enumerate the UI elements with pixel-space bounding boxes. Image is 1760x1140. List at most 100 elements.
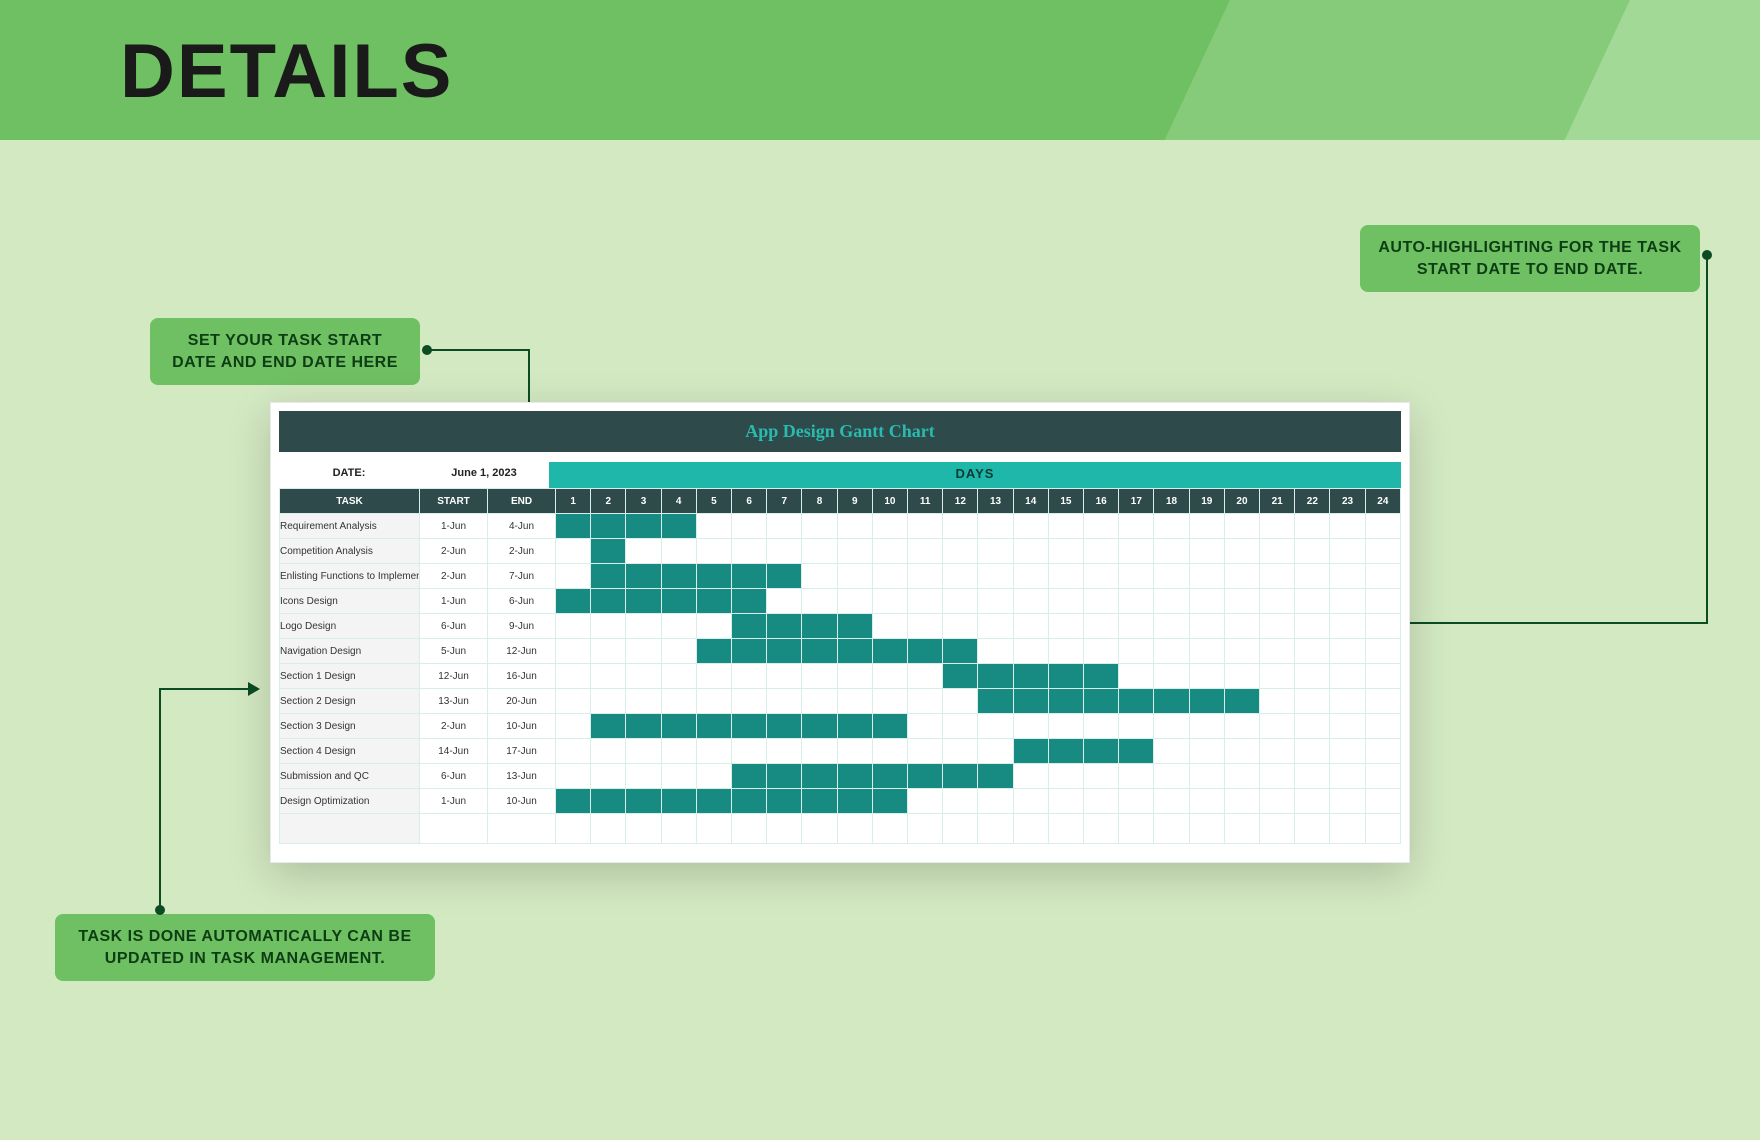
gantt-cell	[1260, 789, 1295, 814]
gantt-cell	[591, 589, 626, 614]
gantt-cell	[696, 764, 731, 789]
task-name-cell[interactable]: Enlisting Functions to Implemen	[280, 564, 420, 589]
gantt-cell	[626, 689, 661, 714]
gantt-cell	[1154, 789, 1189, 814]
gantt-cell	[802, 664, 837, 689]
gantt-cell	[1295, 664, 1330, 689]
task-name-cell[interactable]: Section 4 Design	[280, 739, 420, 764]
gantt-cell	[802, 564, 837, 589]
gantt-cell	[591, 814, 626, 844]
end-date-cell[interactable]: 10-Jun	[488, 714, 556, 739]
gantt-cell	[872, 639, 907, 664]
gantt-cell	[1365, 639, 1400, 664]
start-date-cell[interactable]: 2-Jun	[420, 539, 488, 564]
start-date-cell[interactable]: 6-Jun	[420, 764, 488, 789]
gantt-cell	[1365, 664, 1400, 689]
task-name-cell[interactable]: Section 2 Design	[280, 689, 420, 714]
end-date-cell[interactable]: 4-Jun	[488, 514, 556, 539]
start-date-cell[interactable]: 14-Jun	[420, 739, 488, 764]
gantt-cell	[978, 689, 1013, 714]
start-date-cell[interactable]: 12-Jun	[420, 664, 488, 689]
task-name-cell[interactable]: Submission and QC	[280, 764, 420, 789]
gantt-cell	[1295, 814, 1330, 844]
start-date-cell[interactable]: 6-Jun	[420, 614, 488, 639]
table-row: Design Optimization1-Jun10-Jun	[280, 789, 1401, 814]
start-date-cell[interactable]: 2-Jun	[420, 564, 488, 589]
end-date-cell[interactable]: 13-Jun	[488, 764, 556, 789]
gantt-cell	[1119, 614, 1154, 639]
task-name-cell[interactable]: Navigation Design	[280, 639, 420, 664]
gantt-cell	[1260, 514, 1295, 539]
col-header-day: 2	[591, 489, 626, 514]
gantt-cell	[1224, 739, 1259, 764]
start-date-cell[interactable]	[420, 814, 488, 844]
task-name-cell[interactable]: Competition Analysis	[280, 539, 420, 564]
gantt-cell	[591, 614, 626, 639]
end-date-cell[interactable]: 7-Jun	[488, 564, 556, 589]
task-name-cell[interactable]: Requirement Analysis	[280, 514, 420, 539]
callout-set-dates: SET YOUR TASK START DATE AND END DATE HE…	[150, 318, 420, 385]
chart-title: App Design Gantt Chart	[279, 411, 1401, 452]
gantt-cell	[802, 714, 837, 739]
task-name-cell[interactable]	[280, 814, 420, 844]
gantt-cell	[732, 614, 767, 639]
gantt-cell	[1260, 814, 1295, 844]
gantt-cell	[1295, 514, 1330, 539]
col-header-task: TASK	[280, 489, 420, 514]
gantt-cell	[591, 689, 626, 714]
start-date-cell[interactable]: 2-Jun	[420, 714, 488, 739]
col-header-day: 24	[1365, 489, 1400, 514]
start-date-cell[interactable]: 5-Jun	[420, 639, 488, 664]
gantt-cell	[802, 614, 837, 639]
task-name-cell[interactable]: Logo Design	[280, 614, 420, 639]
gantt-cell	[1154, 514, 1189, 539]
task-name-cell[interactable]: Icons Design	[280, 589, 420, 614]
end-date-cell[interactable]: 2-Jun	[488, 539, 556, 564]
end-date-cell[interactable]	[488, 814, 556, 844]
gantt-cell	[1048, 739, 1083, 764]
gantt-cell	[696, 514, 731, 539]
task-name-cell[interactable]: Section 1 Design	[280, 664, 420, 689]
gantt-cell	[696, 564, 731, 589]
gantt-cell	[1260, 639, 1295, 664]
gantt-cell	[767, 689, 802, 714]
gantt-cell	[1330, 739, 1365, 764]
end-date-cell[interactable]: 20-Jun	[488, 689, 556, 714]
gantt-cell	[1084, 714, 1119, 739]
gantt-cell	[591, 789, 626, 814]
task-name-cell[interactable]: Section 3 Design	[280, 714, 420, 739]
end-date-cell[interactable]: 9-Jun	[488, 614, 556, 639]
col-header-day: 18	[1154, 489, 1189, 514]
end-date-cell[interactable]: 17-Jun	[488, 739, 556, 764]
gantt-cell	[661, 764, 696, 789]
gantt-cell	[1119, 589, 1154, 614]
col-header-day: 17	[1119, 489, 1154, 514]
start-date-cell[interactable]: 13-Jun	[420, 689, 488, 714]
gantt-cell	[1048, 789, 1083, 814]
date-label: DATE:	[279, 462, 419, 488]
end-date-cell[interactable]: 12-Jun	[488, 639, 556, 664]
start-date-cell[interactable]: 1-Jun	[420, 589, 488, 614]
gantt-cell	[1084, 589, 1119, 614]
date-value[interactable]: June 1, 2023	[419, 462, 549, 488]
task-name-cell[interactable]: Design Optimization	[280, 789, 420, 814]
gantt-cell	[978, 564, 1013, 589]
gantt-cell	[1119, 564, 1154, 589]
table-header-row: TASKSTARTEND1234567891011121314151617181…	[280, 489, 1401, 514]
start-date-cell[interactable]: 1-Jun	[420, 514, 488, 539]
gantt-cell	[1154, 689, 1189, 714]
start-date-cell[interactable]: 1-Jun	[420, 789, 488, 814]
gantt-cell	[1013, 639, 1048, 664]
end-date-cell[interactable]: 6-Jun	[488, 589, 556, 614]
gantt-cell	[696, 814, 731, 844]
gantt-cell	[872, 714, 907, 739]
gantt-cell	[1189, 689, 1224, 714]
gantt-cell	[696, 539, 731, 564]
gantt-cell	[943, 814, 978, 844]
gantt-cell	[1013, 739, 1048, 764]
gantt-cell	[1013, 764, 1048, 789]
table-row: Section 2 Design13-Jun20-Jun	[280, 689, 1401, 714]
end-date-cell[interactable]: 16-Jun	[488, 664, 556, 689]
gantt-cell	[1154, 589, 1189, 614]
end-date-cell[interactable]: 10-Jun	[488, 789, 556, 814]
